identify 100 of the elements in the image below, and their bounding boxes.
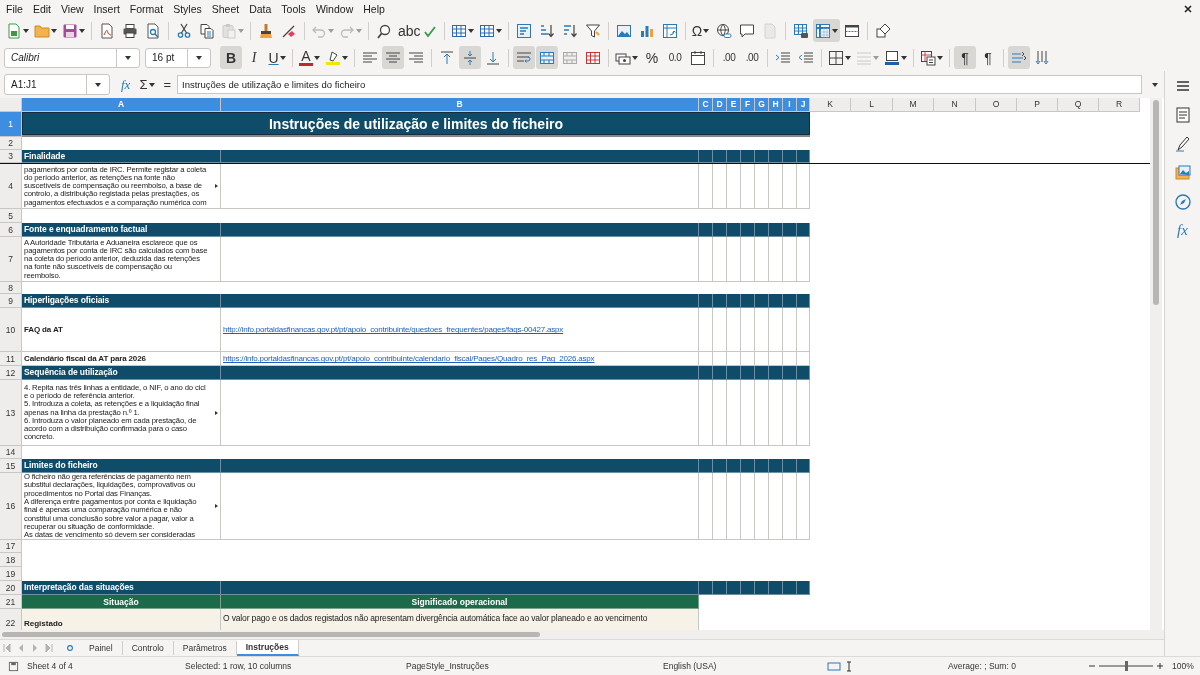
sum-button[interactable]: Σ	[137, 77, 158, 93]
caret-icon	[901, 55, 907, 60]
menu-item[interactable]: Insert	[88, 2, 125, 15]
special-character-button[interactable]: Ω	[689, 19, 712, 42]
menu-item[interactable]: Help	[358, 2, 390, 15]
column-header[interactable]: Q	[1058, 98, 1099, 113]
caret-icon	[632, 55, 638, 60]
row-header[interactable]: 15	[0, 459, 22, 474]
column-header[interactable]: O	[976, 98, 1017, 113]
column-header[interactable]: P	[1017, 98, 1058, 113]
merge-cells-button[interactable]	[536, 46, 558, 69]
row-header[interactable]: 2	[0, 137, 22, 151]
gallery-icon	[1173, 164, 1192, 182]
wrap-text-button[interactable]	[513, 46, 535, 69]
table-cell	[727, 150, 741, 164]
align-middle-button[interactable]	[459, 46, 481, 69]
row-header[interactable]: 19	[0, 567, 22, 582]
row-header[interactable]: 18	[0, 553, 22, 568]
close-button[interactable]	[1184, 4, 1192, 13]
left-to-right-button[interactable]: ¶	[954, 46, 976, 69]
font-size-field[interactable]: 16 pt	[145, 47, 211, 68]
formula-button[interactable]: =	[161, 77, 174, 93]
hyperlink[interactable]: http://info.portaldasfinancas.gov.pt/pt/apoio_contribuinte/questoes_frequentes/pages/faqs-00427.aspx	[223, 325, 564, 335]
vertical-scrollbar[interactable]	[1150, 98, 1162, 631]
compass-button[interactable]	[1173, 193, 1192, 211]
row-header[interactable]: 6	[0, 223, 22, 238]
right-to-left-button[interactable]: ¶	[977, 46, 999, 69]
row-header[interactable]: 20	[0, 581, 22, 596]
sheet-tab[interactable]: Painel	[80, 641, 123, 655]
menu-item[interactable]: Sheet	[206, 2, 245, 15]
row-header[interactable]: 5	[0, 209, 22, 224]
caret-icon	[845, 55, 851, 60]
menu-item[interactable]: Styles	[168, 2, 207, 15]
menu-item[interactable]: Data	[244, 2, 277, 15]
pen-button[interactable]	[1173, 135, 1192, 153]
table-cell	[727, 473, 741, 541]
sheet-tab[interactable]: Parâmetros	[173, 641, 237, 655]
row-header[interactable]: 13	[0, 380, 22, 447]
menu-item[interactable]: Edit	[27, 2, 56, 15]
bold-button[interactable]: B	[220, 46, 242, 69]
function-wizard-button[interactable]: fx	[118, 76, 134, 93]
sheet-tab[interactable]: Controlo	[122, 641, 174, 655]
spelling-button[interactable]: abc	[396, 19, 440, 42]
row-header[interactable]: 22	[0, 609, 22, 631]
table-cell	[769, 294, 783, 309]
menu-item[interactable]: View	[56, 2, 89, 15]
pen-icon	[1173, 135, 1192, 153]
hyperlink[interactable]: https://info.portaldasfinancas.gov.pt/pt/apoio_contribuinte/calendario_fiscal/Pages/Quadro_res_Pag_2026.aspx	[223, 354, 595, 364]
row-header[interactable]: 16	[0, 473, 22, 541]
column-header[interactable]: K	[810, 98, 851, 113]
row-header[interactable]: 14	[0, 446, 22, 460]
select-all-corner[interactable]	[0, 98, 22, 113]
zoom-out-button[interactable]	[1088, 662, 1096, 670]
underline-button[interactable]: U	[266, 46, 288, 69]
sheet-tab[interactable]: Instruções	[236, 640, 299, 656]
row-header[interactable]: 7	[0, 237, 22, 283]
row-header[interactable]: 3	[0, 150, 22, 164]
caret-icon	[196, 55, 202, 60]
column-header[interactable]: N	[934, 98, 976, 113]
table-cell	[797, 366, 810, 381]
sort-ascending-icon	[538, 22, 555, 39]
font-color-button[interactable]: A	[297, 46, 322, 69]
menu-item[interactable]: Tools	[276, 2, 311, 15]
italic-button[interactable]: I	[243, 46, 265, 69]
slider-thumb[interactable]	[1125, 661, 1128, 671]
column-header[interactable]: M	[893, 98, 934, 113]
row-header[interactable]: 8	[0, 282, 22, 295]
row-header[interactable]: 10	[0, 308, 22, 353]
percent-button[interactable]: %	[641, 46, 663, 69]
row-header[interactable]: 17	[0, 540, 22, 554]
menu-item[interactable]: File	[1, 2, 28, 15]
row-header[interactable]: 21	[0, 595, 22, 610]
table-cell	[769, 581, 783, 596]
row-header[interactable]: 4	[0, 164, 22, 210]
number-format-button[interactable]: 0.0	[664, 46, 686, 69]
merge-cells-icon	[539, 49, 555, 66]
properties-button[interactable]	[1173, 106, 1192, 124]
menu-item[interactable]: Format	[124, 2, 169, 15]
gallery-button[interactable]	[1173, 164, 1192, 182]
menu-item[interactable]: Window	[310, 2, 359, 15]
shapes-icon	[874, 22, 891, 39]
freeze-panes-button[interactable]	[812, 19, 840, 42]
horizontal-scrollbar[interactable]	[0, 630, 1165, 639]
caret-icon	[873, 55, 879, 60]
row-header[interactable]: 9	[0, 294, 22, 309]
functions-button[interactable]: fx	[1177, 222, 1188, 239]
align-right-icon	[408, 49, 424, 66]
add-decimal-button[interactable]: .00	[718, 46, 740, 69]
delete-decimal-button[interactable]: .00	[741, 46, 763, 69]
table-cell: Registado	[22, 609, 221, 631]
formula-input[interactable]: Instruções de utilização e limites do ficheiro	[177, 75, 1143, 95]
row-header[interactable]: 12	[0, 366, 22, 381]
column-header[interactable]: L	[851, 98, 893, 113]
text-cursor-icon	[845, 660, 853, 672]
font-name-field[interactable]: Calibri	[4, 47, 140, 68]
column-header[interactable]: R	[1099, 98, 1140, 113]
row-header[interactable]: 11	[0, 352, 22, 367]
table-cell	[741, 308, 755, 353]
name-box[interactable]: A1:J1	[4, 74, 110, 96]
table-cell	[741, 459, 755, 474]
